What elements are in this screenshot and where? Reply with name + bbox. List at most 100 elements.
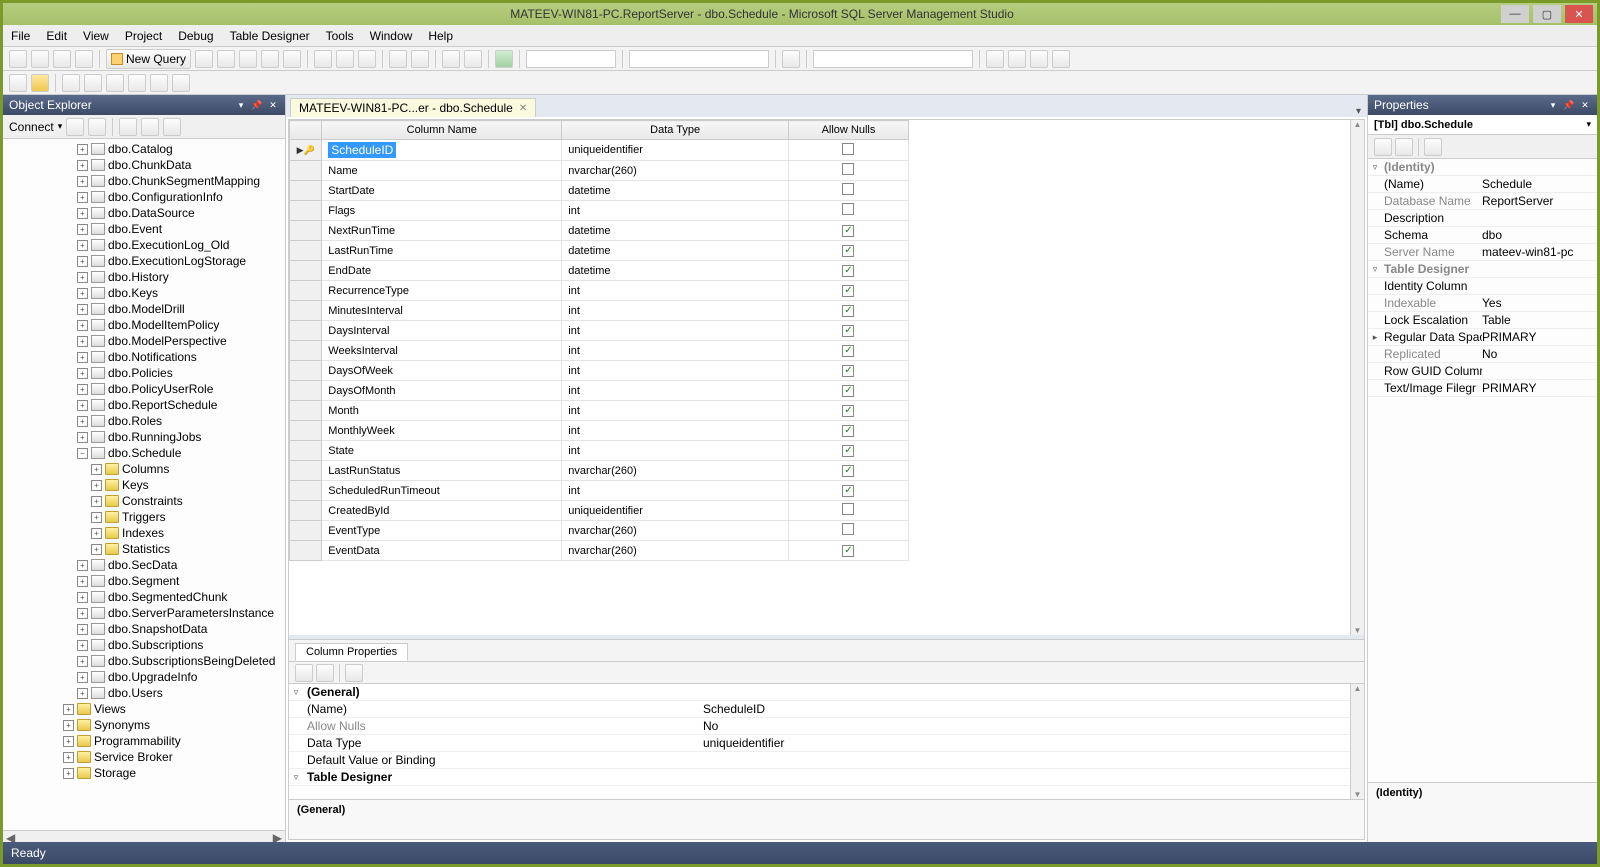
allow-nulls-checkbox[interactable]: ✓: [842, 325, 854, 337]
prop-value[interactable]: Table: [1482, 313, 1597, 327]
column-type-cell[interactable]: int: [562, 301, 789, 321]
prop-value[interactable]: Yes: [1482, 296, 1597, 310]
expand-icon[interactable]: ▿: [289, 687, 303, 698]
prop-pin-icon[interactable]: 📌: [1563, 99, 1575, 111]
minimize-button[interactable]: —: [1501, 5, 1529, 23]
new-project-icon[interactable]: [9, 50, 27, 68]
sync-icon[interactable]: [163, 118, 181, 136]
table-dbo-Policies[interactable]: +dbo.Policies: [3, 365, 285, 381]
menu-table-designer[interactable]: Table Designer: [230, 29, 310, 43]
table-dbo-ModelDrill[interactable]: +dbo.ModelDrill: [3, 301, 285, 317]
prop-page-icon[interactable]: [1424, 138, 1442, 156]
add-icon[interactable]: [53, 50, 71, 68]
column-name-cell[interactable]: CreatedById: [322, 501, 562, 521]
fulltext-icon[interactable]: [128, 74, 146, 92]
menu-help[interactable]: Help: [428, 29, 453, 43]
expand-icon[interactable]: +: [91, 480, 102, 491]
menu-project[interactable]: Project: [125, 29, 162, 43]
allow-nulls-checkbox[interactable]: [842, 523, 854, 535]
column-name-cell[interactable]: State: [322, 441, 562, 461]
expand-icon[interactable]: +: [91, 496, 102, 507]
panel-close-icon[interactable]: ✕: [267, 99, 279, 111]
column-row[interactable]: WeeksIntervalint✓: [290, 341, 909, 361]
column-row[interactable]: LastRunTimedatetime✓: [290, 241, 909, 261]
menu-edit[interactable]: Edit: [46, 29, 67, 43]
folder-programmability[interactable]: +Programmability: [3, 733, 285, 749]
tool-icon-4[interactable]: [1052, 50, 1070, 68]
table-dbo-ChunkData[interactable]: +dbo.ChunkData: [3, 157, 285, 173]
table-dbo-Roles[interactable]: +dbo.Roles: [3, 413, 285, 429]
tab-dropdown-icon[interactable]: ▾: [1356, 106, 1361, 117]
expand-icon[interactable]: +: [77, 240, 88, 251]
table-dbo-ServerParametersInstance[interactable]: +dbo.ServerParametersInstance: [3, 605, 285, 621]
panel-dropdown-icon[interactable]: ▾: [235, 99, 247, 111]
expand-icon[interactable]: +: [63, 752, 74, 763]
column-row[interactable]: MonthlyWeekint✓: [290, 421, 909, 441]
prop-alphabetical-icon[interactable]: [1395, 138, 1413, 156]
relationships-icon[interactable]: [62, 74, 80, 92]
column-type-cell[interactable]: int: [562, 421, 789, 441]
table-dbo-schedule[interactable]: −dbo.Schedule: [3, 445, 285, 461]
expand-icon[interactable]: +: [77, 288, 88, 299]
prop-value[interactable]: mateev-win81-pc: [1482, 245, 1597, 259]
allow-nulls-checkbox[interactable]: ✓: [842, 385, 854, 397]
expand-icon[interactable]: +: [77, 384, 88, 395]
expand-icon[interactable]: −: [77, 448, 88, 459]
column-name-cell[interactable]: ScheduledRunTimeout: [322, 481, 562, 501]
allow-nulls-checkbox[interactable]: [842, 163, 854, 175]
horizontal-scrollbar[interactable]: ◀▶: [3, 830, 285, 842]
table-dbo-ConfigurationInfo[interactable]: +dbo.ConfigurationInfo: [3, 189, 285, 205]
table-dbo-History[interactable]: +dbo.History: [3, 269, 285, 285]
table-dbo-SubscriptionsBeingDeleted[interactable]: +dbo.SubscriptionsBeingDeleted: [3, 653, 285, 669]
expand-icon[interactable]: +: [63, 736, 74, 747]
table-dbo-ChunkSegmentMapping[interactable]: +dbo.ChunkSegmentMapping: [3, 173, 285, 189]
prop-row[interactable]: Description: [1368, 210, 1597, 227]
nav-fwd-icon[interactable]: [464, 50, 482, 68]
stop-icon[interactable]: [88, 118, 106, 136]
xmla-query-icon[interactable]: [283, 50, 301, 68]
connect-dropdown-icon[interactable]: ▾: [58, 121, 63, 132]
folder-columns[interactable]: +Columns: [3, 461, 285, 477]
column-row[interactable]: EventTypenvarchar(260): [290, 521, 909, 541]
tool-icon-1[interactable]: [986, 50, 1004, 68]
expand-icon[interactable]: +: [77, 608, 88, 619]
table-dbo-Event[interactable]: +dbo.Event: [3, 221, 285, 237]
column-name-cell[interactable]: Month: [322, 401, 562, 421]
table-dbo-Keys[interactable]: +dbo.Keys: [3, 285, 285, 301]
allow-nulls-checkbox[interactable]: ✓: [842, 485, 854, 497]
cp-value[interactable]: uniqueidentifier: [703, 736, 1364, 750]
column-name-cell[interactable]: DaysOfMonth: [322, 381, 562, 401]
column-type-cell[interactable]: nvarchar(260): [562, 541, 789, 561]
folder-indexes[interactable]: +Indexes: [3, 525, 285, 541]
prop-row[interactable]: IndexableYes: [1368, 295, 1597, 312]
table-dbo-ModelPerspective[interactable]: +dbo.ModelPerspective: [3, 333, 285, 349]
expand-icon[interactable]: +: [91, 544, 102, 555]
column-type-cell[interactable]: nvarchar(260): [562, 161, 789, 181]
cp-row[interactable]: ▿Table Designer: [289, 769, 1364, 786]
table-dbo-Catalog[interactable]: +dbo.Catalog: [3, 141, 285, 157]
expand-icon[interactable]: +: [77, 208, 88, 219]
db-engine-query-icon[interactable]: [195, 50, 213, 68]
expand-icon[interactable]: +: [63, 704, 74, 715]
menu-tools[interactable]: Tools: [326, 29, 354, 43]
database-combo[interactable]: [813, 50, 973, 68]
cp-row[interactable]: Data Typeuniqueidentifier: [289, 735, 1364, 752]
column-row[interactable]: Monthint✓: [290, 401, 909, 421]
indexes-icon[interactable]: [84, 74, 102, 92]
prop-value[interactable]: dbo: [1482, 228, 1597, 242]
spatial-icon[interactable]: [172, 74, 190, 92]
column-row[interactable]: EndDatedatetime✓: [290, 261, 909, 281]
prop-row[interactable]: Lock EscalationTable: [1368, 312, 1597, 329]
allow-nulls-checkbox[interactable]: [842, 503, 854, 515]
column-name-cell[interactable]: Name: [322, 161, 562, 181]
expand-icon[interactable]: +: [91, 528, 102, 539]
column-row[interactable]: StartDatedatetime: [290, 181, 909, 201]
expand-icon[interactable]: ▿: [1368, 162, 1382, 173]
cp-value[interactable]: ScheduleID: [703, 702, 1364, 716]
expand-icon[interactable]: +: [77, 640, 88, 651]
column-row[interactable]: Namenvarchar(260): [290, 161, 909, 181]
table-dbo-Segment[interactable]: +dbo.Segment: [3, 573, 285, 589]
close-button[interactable]: ✕: [1565, 5, 1593, 23]
new-query-button[interactable]: New Query: [106, 49, 191, 69]
column-type-cell[interactable]: datetime: [562, 181, 789, 201]
